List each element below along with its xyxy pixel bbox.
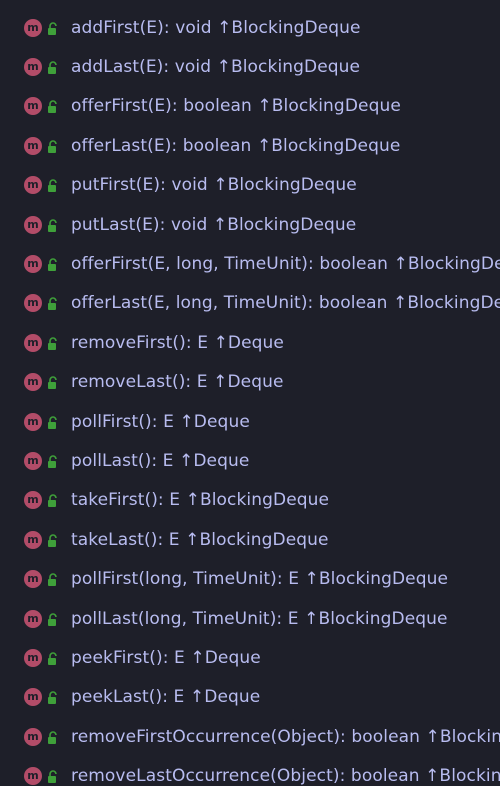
member-signature: offerFirst(E): boolean ↑BlockingDeque [71, 96, 401, 117]
public-lock-icon [47, 218, 59, 232]
method-icon: m [24, 333, 42, 352]
public-lock-icon [47, 730, 59, 744]
method-icon: m [24, 176, 42, 195]
member-row[interactable]: m pollFirst(long, TimeUnit): E ↑BlockingD… [0, 559, 500, 598]
member-row[interactable]: m offerFirst(E, long, TimeUnit): boolean … [0, 244, 500, 283]
method-icon: m [24, 491, 42, 510]
member-row[interactable]: m addLast(E): void ↑BlockingDeque [0, 47, 500, 86]
public-lock-icon [47, 493, 59, 508]
member-signature: addFirst(E): void ↑BlockingDeque [71, 17, 361, 38]
method-icon: m [24, 97, 42, 116]
member-signature: putLast(E): void ↑BlockingDeque [71, 214, 357, 235]
member-signature: peekLast(): E ↑Deque [71, 687, 261, 708]
member-signature: removeLast(): E ↑Deque [71, 372, 284, 393]
member-row[interactable]: m pollLast(long, TimeUnit): E ↑BlockingDe… [0, 599, 500, 638]
member-row[interactable]: m removeLast(): E ↑Deque [0, 363, 500, 402]
public-lock-icon [47, 60, 59, 75]
member-row[interactable]: m putFirst(E): void ↑BlockingDeque [0, 166, 500, 205]
member-row[interactable]: m peekFirst(): E ↑Deque [0, 638, 500, 677]
member-signature: addLast(E): void ↑BlockingDeque [71, 57, 361, 78]
member-row[interactable]: m putLast(E): void ↑BlockingDeque [0, 205, 500, 244]
method-icon: m [24, 215, 42, 234]
public-lock-icon [47, 533, 59, 547]
member-signature: offerLast(E, long, TimeUnit): boolean ↑B… [71, 293, 500, 314]
public-lock-icon [47, 769, 59, 784]
member-row[interactable]: m removeFirstOccurrence(Object): boolean … [0, 717, 500, 756]
member-signature: peekFirst(): E ↑Deque [71, 647, 261, 668]
public-lock-icon [47, 454, 59, 468]
method-icon: m [24, 727, 42, 746]
public-lock-icon [47, 415, 59, 429]
member-signature: pollFirst(long, TimeUnit): E ↑BlockingDe… [71, 569, 449, 590]
member-row[interactable]: m peekLast(): E ↑Deque [0, 678, 500, 717]
method-icon: m [24, 412, 42, 431]
method-icon: m [24, 136, 42, 155]
member-signature: removeFirst(): E ↑Deque [71, 332, 284, 353]
method-icon: m [24, 609, 42, 628]
public-lock-icon [47, 690, 59, 705]
method-icon: m [24, 294, 42, 313]
member-row[interactable]: m pollLast(): E ↑Deque [0, 441, 500, 480]
method-icon: m [24, 530, 42, 549]
member-signature: removeLastOccurrence(Object): boolean ↑B… [71, 766, 500, 786]
member-signature: putFirst(E): void ↑BlockingDeque [71, 175, 357, 196]
member-row[interactable]: m takeLast(): E ↑BlockingDeque [0, 520, 500, 559]
public-lock-icon [47, 572, 59, 587]
member-row[interactable]: m offerLast(E, long, TimeUnit): boolean ↑… [0, 284, 500, 323]
public-lock-icon [47, 375, 59, 390]
member-signature: takeLast(): E ↑BlockingDeque [71, 529, 329, 550]
public-lock-icon [47, 296, 59, 311]
member-row[interactable]: m removeLastOccurrence(Object): boolean ↑… [0, 756, 500, 786]
method-icon: m [24, 688, 42, 707]
public-lock-icon [47, 612, 59, 626]
method-icon: m [24, 648, 42, 667]
member-signature: removeFirstOccurrence(Object): boolean ↑… [71, 726, 500, 747]
structure-members-panel: m addFirst(E): void ↑BlockingDeque m addLas… [0, 0, 500, 786]
method-icon: m [24, 255, 42, 274]
member-signature: offerFirst(E, long, TimeUnit): boolean ↑… [71, 254, 500, 275]
member-row[interactable]: m takeFirst(): E ↑BlockingDeque [0, 481, 500, 520]
public-lock-icon [47, 651, 59, 665]
member-signature: pollFirst(): E ↑Deque [71, 411, 250, 432]
public-lock-icon [47, 99, 59, 114]
method-icon: m [24, 767, 42, 786]
member-signature: takeFirst(): E ↑BlockingDeque [71, 490, 330, 511]
method-icon: m [24, 58, 42, 77]
public-lock-icon [47, 178, 59, 193]
public-lock-icon [47, 139, 59, 153]
member-signature: pollLast(long, TimeUnit): E ↑BlockingDeq… [71, 608, 448, 629]
method-icon: m [24, 373, 42, 392]
public-lock-icon [47, 21, 59, 35]
member-row[interactable]: m offerLast(E): boolean ↑BlockingDeque [0, 126, 500, 165]
member-row[interactable]: m offerFirst(E): boolean ↑BlockingDeque [0, 87, 500, 126]
method-icon: m [24, 451, 42, 470]
member-row[interactable]: m pollFirst(): E ↑Deque [0, 402, 500, 441]
method-icon: m [24, 18, 42, 37]
member-signature: offerLast(E): boolean ↑BlockingDeque [71, 135, 401, 156]
public-lock-icon [47, 336, 59, 350]
method-icon: m [24, 570, 42, 589]
member-list: m addFirst(E): void ↑BlockingDeque m addLas… [0, 8, 500, 786]
public-lock-icon [47, 257, 59, 272]
member-signature: pollLast(): E ↑Deque [71, 450, 250, 471]
member-row[interactable]: m addFirst(E): void ↑BlockingDeque [0, 8, 500, 47]
member-row[interactable]: m removeFirst(): E ↑Deque [0, 323, 500, 362]
